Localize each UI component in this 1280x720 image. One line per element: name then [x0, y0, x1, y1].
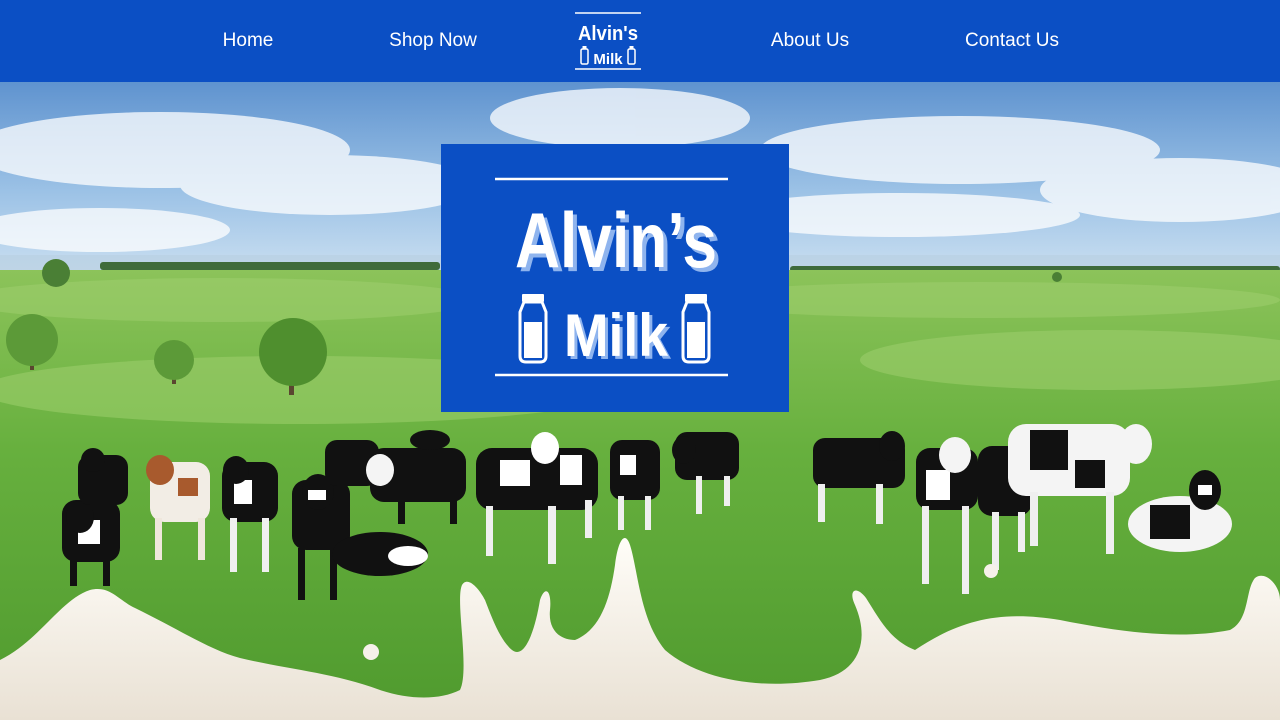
hero-brand-logo: Alvin’s Alvin’s Milk Milk — [441, 144, 789, 412]
hero-logo-line2: Milk — [564, 302, 669, 369]
brand-logo-mark: Alvin's Milk — [575, 12, 641, 70]
milk-bottle-icon — [681, 294, 711, 364]
nav-contact-us-link[interactable]: Contact Us — [965, 0, 1059, 82]
milk-bottle-icon — [627, 46, 636, 65]
nav-logo-line2: Milk — [593, 51, 623, 68]
nav-logo-line1: Alvin's — [578, 23, 638, 45]
hero-banner: Alvin’s Alvin’s Milk Milk — [0, 82, 1280, 720]
hero-logo-line1: Alvin’s — [515, 196, 717, 284]
milk-bottle-icon — [518, 294, 548, 364]
milk-bottle-icon — [580, 46, 589, 65]
nav-about-us-link[interactable]: About Us — [771, 0, 849, 82]
nav-shop-now-link[interactable]: Shop Now — [389, 0, 477, 82]
nav-home-link[interactable]: Home — [223, 0, 274, 82]
top-navigation-bar: Home Shop Now Alvin's Milk About Us Cont… — [0, 0, 1280, 82]
hero-logo-mark: Alvin’s Alvin’s Milk Milk — [495, 177, 728, 377]
nav-brand-logo[interactable]: Alvin's Milk — [574, 11, 642, 71]
